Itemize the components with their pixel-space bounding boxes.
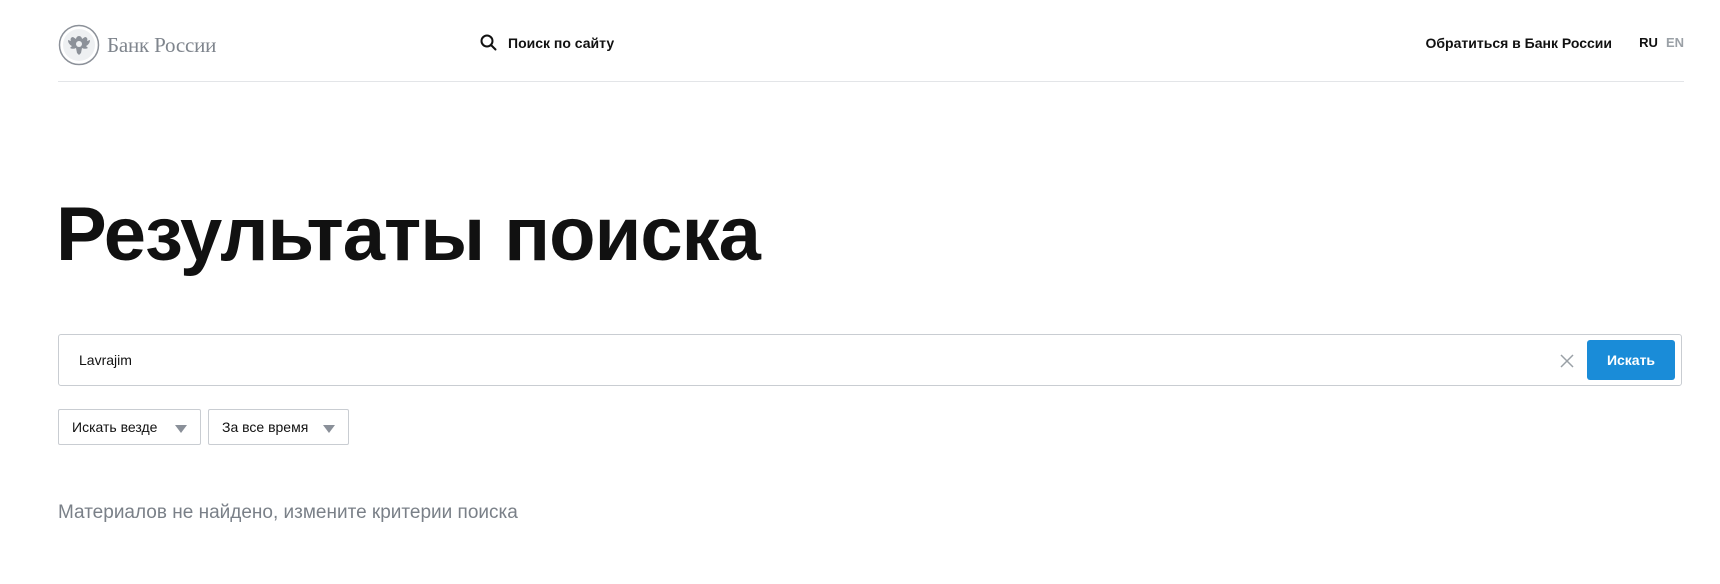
lang-en[interactable]: EN xyxy=(1666,35,1684,50)
chevron-down-icon xyxy=(323,425,335,433)
search-form: Искать xyxy=(58,334,1682,386)
page-title: Результаты поиска xyxy=(56,192,761,277)
site-search-link[interactable]: Поиск по сайту xyxy=(480,34,614,51)
search-button[interactable]: Искать xyxy=(1587,340,1675,380)
search-input[interactable] xyxy=(79,349,1549,371)
site-search-label: Поиск по сайту xyxy=(508,34,615,51)
logo-text: Банк России xyxy=(107,32,217,57)
empty-results-message: Материалов не найдено, измените критерии… xyxy=(58,502,518,523)
search-icon xyxy=(480,34,497,51)
scope-select[interactable]: Искать везде xyxy=(58,409,201,445)
emblem-icon xyxy=(58,24,100,66)
language-switcher: RU EN xyxy=(1639,35,1684,50)
lang-ru[interactable]: RU xyxy=(1639,35,1658,50)
site-header: Банк России Поиск по сайту Обратиться в … xyxy=(58,0,1684,82)
period-select[interactable]: За все время xyxy=(208,409,349,445)
contact-link[interactable]: Обратиться в Банк России xyxy=(1426,35,1612,51)
logo[interactable]: Банк России xyxy=(58,24,216,66)
chevron-down-icon xyxy=(175,425,187,433)
scope-select-label: Искать везде xyxy=(72,419,158,435)
period-select-label: За все время xyxy=(222,419,309,435)
close-icon[interactable] xyxy=(1555,349,1579,373)
